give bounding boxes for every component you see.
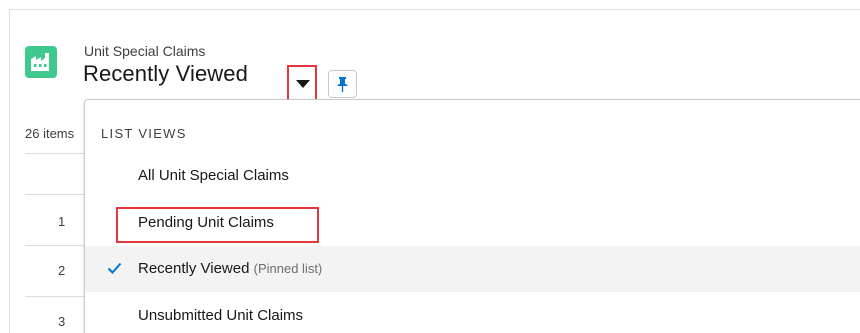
caret-down-icon (296, 80, 310, 88)
list-view-option-recently-viewed[interactable]: Recently Viewed (Pinned list) (85, 246, 860, 292)
pin-list-button[interactable] (328, 70, 357, 98)
option-label: Pending Unit Claims (138, 214, 274, 231)
list-view-dropdown-toggle[interactable] (287, 65, 317, 101)
list-view-title[interactable]: Recently Viewed (83, 61, 248, 87)
table-divider (25, 194, 85, 195)
dropdown-header: LIST VIEWS (101, 126, 187, 141)
option-label: Unsubmitted Unit Claims (138, 307, 304, 324)
row-number: 3 (58, 314, 66, 329)
option-label: Recently Viewed (138, 260, 250, 277)
items-count: 26 items (25, 126, 75, 141)
table-divider (25, 296, 85, 297)
list-view-option-pending[interactable]: Pending Unit Claims (85, 200, 860, 246)
list-view-option-all[interactable]: All Unit Special Claims (85, 153, 860, 199)
checkmark-icon (107, 262, 122, 274)
factory-icon (31, 53, 49, 71)
pinned-list-note: (Pinned list) (253, 261, 323, 276)
object-label: Unit Special Claims (84, 43, 206, 59)
table-divider (25, 245, 85, 246)
row-number: 2 (58, 263, 66, 278)
option-label: All Unit Special Claims (138, 167, 289, 184)
option-label-wrap: Recently Viewed (Pinned list) (138, 260, 322, 277)
pin-icon (337, 77, 348, 92)
list-view-option-unsubmitted[interactable]: Unsubmitted Unit Claims (85, 293, 860, 333)
list-view-panel: Unit Special Claims Recently Viewed 26 i… (9, 9, 860, 333)
table-divider (25, 153, 85, 154)
app-icon-tile (25, 46, 57, 78)
row-number: 1 (58, 214, 66, 229)
list-views-dropdown: LIST VIEWS All Unit Special Claims Pendi… (84, 99, 860, 333)
